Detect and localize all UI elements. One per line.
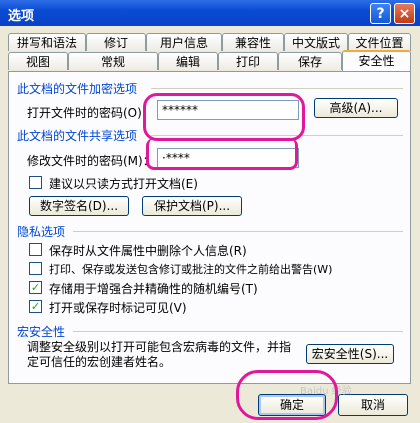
open-password-label: 打开文件时的密码(O)： bbox=[27, 106, 154, 120]
privacy-section-title: 隐私选项 bbox=[17, 225, 66, 239]
macro-description: 调整安全级别以打开可能包含宏病毒的文件，并指定可信任的宏创建者姓名。 bbox=[27, 340, 292, 369]
tab-print[interactable]: 打印 bbox=[218, 52, 278, 70]
options-dialog: 选项 ? × 拼写和语法 修订 用户信息 兼容性 中文版式 文件位置 视图 常规… bbox=[0, 0, 420, 423]
privacy-checkbox-warn-tracked[interactable] bbox=[29, 262, 42, 275]
advanced-button[interactable]: 高级(A)... bbox=[314, 98, 398, 118]
readonly-checkbox-label: 建议以只读方式打开文档(E) bbox=[49, 177, 198, 191]
dialog-title: 选项 bbox=[8, 9, 35, 24]
tab-general[interactable]: 常规 bbox=[68, 52, 158, 70]
macro-security-button[interactable]: 宏安全性(S)... bbox=[306, 344, 394, 364]
section-divider bbox=[73, 231, 403, 232]
checkmark-icon: ✓ bbox=[30, 300, 41, 313]
tab-compatibility[interactable]: 兼容性 bbox=[222, 33, 284, 51]
section-divider bbox=[151, 88, 403, 89]
digital-signature-button[interactable]: 数字签名(D)... bbox=[29, 196, 129, 216]
protect-document-button[interactable]: 保护文档(P)... bbox=[142, 196, 242, 216]
readonly-checkbox[interactable] bbox=[29, 176, 42, 189]
baidu-watermark: Baidu 经验 bbox=[300, 386, 352, 397]
encrypt-section-title: 此文档的文件加密选项 bbox=[17, 82, 138, 96]
privacy-option-label: 打印、保存或发送包含修订或批注的文件之前给出警告(W) bbox=[49, 263, 333, 276]
privacy-option-label: 保存时从文件属性中删除个人信息(R) bbox=[49, 244, 247, 258]
help-button[interactable]: ? bbox=[370, 3, 391, 24]
tab-spelling-grammar[interactable]: 拼写和语法 bbox=[8, 33, 86, 51]
ok-button[interactable]: 确定 bbox=[258, 394, 326, 416]
cancel-button[interactable]: 取消 bbox=[338, 394, 408, 416]
privacy-checkbox-random-number[interactable]: ✓ bbox=[29, 281, 42, 294]
tab-user-info[interactable]: 用户信息 bbox=[146, 33, 222, 51]
tab-asian-typography[interactable]: 中文版式 bbox=[284, 33, 348, 51]
close-button[interactable]: × bbox=[394, 3, 415, 24]
tab-track-changes[interactable]: 修订 bbox=[86, 33, 146, 51]
open-password-input[interactable]: ****** bbox=[157, 100, 299, 120]
tab-view[interactable]: 视图 bbox=[8, 52, 68, 70]
share-section-title: 此文档的文件共享选项 bbox=[17, 129, 138, 143]
privacy-checkbox-mark-visible[interactable]: ✓ bbox=[29, 300, 42, 313]
tab-save[interactable]: 保存 bbox=[278, 52, 342, 70]
privacy-checkbox-remove-info[interactable] bbox=[29, 243, 42, 256]
macro-section-title: 宏安全性 bbox=[17, 325, 66, 339]
tab-file-locations[interactable]: 文件位置 bbox=[348, 33, 411, 51]
privacy-option-label: 打开或保存时标记可见(V) bbox=[49, 301, 187, 315]
checkmark-icon: ✓ bbox=[30, 281, 41, 294]
title-bar: 选项 ? × bbox=[0, 0, 420, 26]
privacy-option-label: 存储用于增强合并精确性的随机编号(T) bbox=[49, 282, 258, 296]
tab-security[interactable]: 安全性 bbox=[342, 50, 411, 71]
tab-edit[interactable]: 编辑 bbox=[158, 52, 218, 70]
section-divider bbox=[151, 135, 403, 136]
modify-password-input[interactable]: ·**** bbox=[157, 148, 299, 168]
section-divider bbox=[73, 331, 403, 332]
modify-password-label: 修改文件时的密码(M)： bbox=[27, 154, 155, 168]
security-panel: 此文档的文件加密选项 打开文件时的密码(O)： ****** 高级(A)... … bbox=[8, 71, 411, 384]
